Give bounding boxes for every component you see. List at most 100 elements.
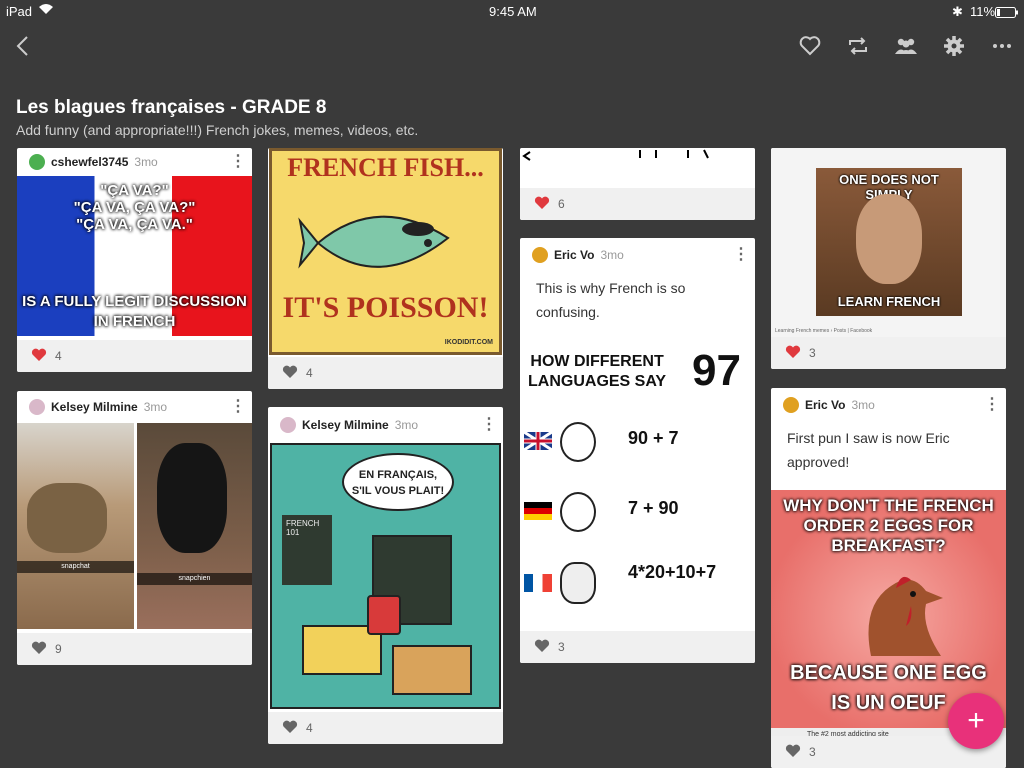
post-author: Eric Vo — [805, 398, 846, 412]
teacher-figure — [367, 595, 401, 635]
france-flag-icon — [524, 574, 552, 592]
speech-bubble: EN FRANÇAIS, S'IL VOUS PLAIT! — [342, 453, 454, 511]
post-card[interactable]: ONE DOES NOT SIMPLY LEARN FRENCH Learnin… — [771, 148, 1006, 369]
post-more-icon[interactable]: ⋮ — [230, 399, 246, 415]
like-icon[interactable] — [31, 348, 47, 365]
add-post-button[interactable]: + — [948, 693, 1004, 749]
post-image — [520, 148, 755, 186]
meme-number: 97 — [692, 346, 741, 395]
gear-icon[interactable] — [940, 32, 968, 60]
post-text: This is why French is so confusing. — [536, 280, 686, 320]
post-header: cshewfel3745 3mo ⋮ — [17, 148, 252, 176]
image-caption: Learning French memes › Posts | Facebook — [775, 328, 873, 334]
post-footer: 4 — [17, 340, 252, 372]
post-age: 3mo — [394, 418, 419, 432]
post-author: cshewfel3745 — [51, 155, 129, 169]
cat-photo: snapchat — [17, 423, 134, 629]
teacher-desk — [392, 645, 472, 695]
post-card[interactable]: 6 — [520, 148, 755, 220]
meme-photo: ONE DOES NOT SIMPLY LEARN FRENCH — [816, 168, 962, 316]
like-count: 4 — [55, 349, 62, 363]
meme-row: 90 + 7 — [628, 428, 679, 448]
like-count: 4 — [306, 366, 313, 380]
post-card[interactable]: Kelsey Milmine 3mo ⋮ snapchat snapchien … — [17, 391, 252, 665]
post-card[interactable]: cshewfel3745 3mo ⋮ "ÇA VA?" "ÇA VA, ÇA V… — [17, 148, 252, 372]
post-card[interactable]: FRENCH FISH... IT'S POISSON! IKODIDIT.CO… — [268, 148, 503, 389]
like-icon[interactable] — [282, 720, 298, 737]
people-icon[interactable] — [892, 32, 920, 60]
post-age: 3mo — [134, 155, 158, 169]
post-author: Eric Vo — [554, 248, 595, 262]
battery-icon — [995, 6, 1019, 21]
uk-flag-icon — [523, 430, 553, 452]
toolbar — [0, 22, 1024, 70]
cat-shape — [27, 483, 107, 553]
padlet-header: Les blagues françaises - GRADE 8 Add fun… — [16, 96, 418, 138]
rage-face-icon — [560, 422, 596, 462]
chalkboard: FRENCH 101 — [282, 515, 332, 585]
post-text: First pun I saw is now Eric approved! — [787, 430, 950, 470]
face-shape — [856, 194, 922, 284]
chicken-icon — [851, 566, 951, 661]
snap-label: snapchien — [137, 573, 252, 585]
post-more-icon[interactable]: ⋮ — [230, 154, 246, 170]
post-footer: 4 — [268, 712, 503, 744]
more-icon[interactable] — [988, 32, 1016, 60]
avatar — [532, 247, 548, 263]
snap-label: snapchat — [17, 561, 134, 573]
post-author: Kelsey Milmine — [302, 418, 389, 432]
germany-flag-icon — [524, 502, 552, 520]
page-title: Les blagues françaises - GRADE 8 — [16, 97, 327, 118]
post-header: Eric Vo 3mo ⋮ — [520, 238, 755, 272]
page-subtitle: Add funny (and appropriate!!!) French jo… — [16, 122, 419, 138]
post-age: 3mo — [143, 400, 168, 414]
like-count: 4 — [306, 721, 313, 735]
remix-icon[interactable] — [844, 32, 872, 60]
dog-shape — [157, 443, 227, 553]
post-footer: 3 — [520, 631, 755, 663]
post-footer: 4 — [268, 357, 503, 389]
battery-percent: 11% — [970, 4, 996, 19]
meme-text: FRENCH FISH... — [287, 153, 484, 182]
meme-text: IT'S POISSON! — [282, 291, 489, 324]
post-more-icon[interactable]: ⋮ — [481, 417, 497, 433]
meme-text: LEARN FRENCH — [837, 294, 941, 309]
meme-text: IS A FULLY LEGIT DISCUSSION IN FRENCH — [22, 293, 247, 330]
back-icon[interactable] — [8, 32, 36, 60]
avatar — [29, 399, 45, 415]
like-icon[interactable] — [785, 345, 801, 362]
status-bar: iPad 9:45 AM ✱ 11% — [0, 0, 1024, 22]
meme-row: 7 + 90 — [628, 498, 679, 518]
image-credit: IKODIDIT.COM — [444, 339, 493, 346]
meme-text: "ÇA VA?" "ÇA VA, ÇA VA?" "ÇA VA, ÇA VA." — [73, 182, 196, 233]
like-icon[interactable] — [534, 639, 550, 656]
post-image: EN FRANÇAIS, S'IL VOUS PLAIT! FRENCH 101 — [270, 443, 501, 709]
avatar — [280, 417, 296, 433]
post-card[interactable]: Kelsey Milmine 3mo ⋮ EN FRANÇAIS, S'IL V… — [268, 407, 503, 744]
wifi-icon — [38, 3, 54, 18]
post-card[interactable]: Eric Vo 3mo ⋮ This is why French is so c… — [520, 238, 755, 663]
partial-image — [522, 149, 709, 161]
post-age: 3mo — [600, 248, 624, 262]
rage-face-icon — [560, 562, 596, 604]
like-icon[interactable] — [534, 196, 550, 213]
post-footer: 6 — [520, 188, 755, 220]
like-count: 3 — [558, 640, 565, 654]
post-image: FRENCH FISH... IT'S POISSON! IKODIDIT.CO… — [269, 148, 502, 355]
post-author: Kelsey Milmine — [51, 400, 138, 414]
meme-row: 4*20+10+7 — [628, 562, 717, 582]
like-count: 3 — [809, 346, 816, 360]
post-more-icon[interactable]: ⋮ — [733, 247, 749, 263]
post-header: Kelsey Milmine 3mo ⋮ — [17, 391, 252, 423]
like-icon[interactable] — [282, 365, 298, 382]
post-image: "ÇA VA?" "ÇA VA, ÇA VA?" "ÇA VA, ÇA VA."… — [17, 176, 252, 336]
heart-icon[interactable] — [796, 32, 824, 60]
rage-face-icon — [560, 492, 596, 532]
like-icon[interactable] — [785, 744, 801, 761]
like-count: 3 — [809, 745, 816, 759]
status-time: 9:45 AM — [489, 4, 537, 19]
post-footer: 3 — [771, 337, 1006, 369]
like-icon[interactable] — [31, 641, 47, 658]
post-more-icon[interactable]: ⋮ — [984, 397, 1000, 413]
post-header: Eric Vo 3mo ⋮ — [771, 388, 1006, 422]
